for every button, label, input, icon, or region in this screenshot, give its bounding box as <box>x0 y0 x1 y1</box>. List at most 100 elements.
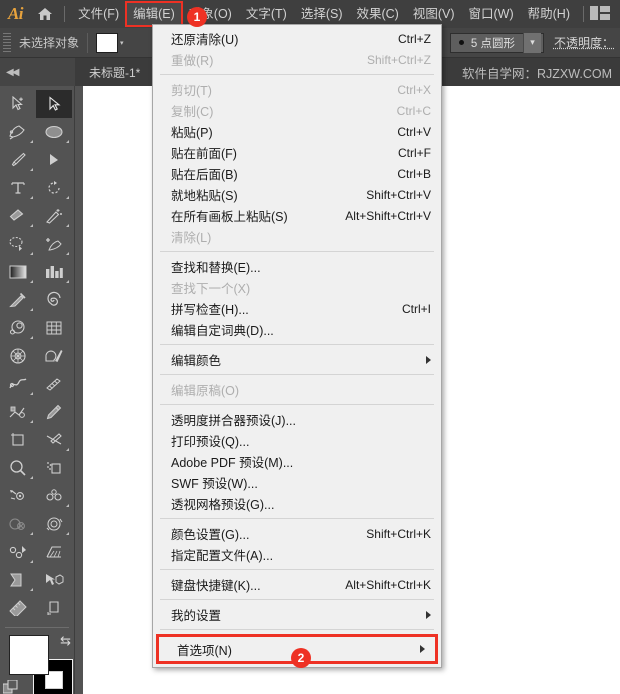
menu-item-paste[interactable]: 粘贴(P) Ctrl+V <box>153 121 441 142</box>
menu-item-label: 查找和替换(E)... <box>171 261 261 275</box>
opacity-label[interactable]: 不透明度： <box>554 34 614 51</box>
menu-separator <box>160 599 434 600</box>
menu-item-color-settings[interactable]: 颜色设置(G)... Shift+Ctrl+K <box>153 523 441 544</box>
menu-item-adobe-pdf-presets[interactable]: Adobe PDF 预设(M)... <box>153 451 441 472</box>
free-transform-tool[interactable] <box>36 510 72 538</box>
menu-item-label: 剪切(T) <box>171 84 212 98</box>
pencil-tool[interactable] <box>36 398 72 426</box>
stroke-profile-chevron-down-icon[interactable]: ▾ <box>522 32 541 53</box>
menu-type[interactable]: 文字(T) <box>239 2 294 26</box>
spiral-tool[interactable] <box>36 286 72 314</box>
tool-flyout-indicator <box>66 140 69 143</box>
menu-separator <box>160 374 434 375</box>
column-graph-tool[interactable] <box>36 258 72 286</box>
menu-item-undo[interactable]: 还原清除(U) Ctrl+Z <box>153 28 441 49</box>
perspective-selection-tool[interactable] <box>36 538 72 566</box>
menu-window[interactable]: 窗口(W) <box>462 2 521 26</box>
direct-selection-tool[interactable] <box>36 90 72 118</box>
gradient-mesh-tool[interactable] <box>0 566 36 594</box>
tools-divider <box>5 627 69 628</box>
menu-item-accel: Shift+Ctrl+Z <box>366 52 431 67</box>
control-bar-grip[interactable] <box>3 32 11 53</box>
warp-tool[interactable] <box>0 370 36 398</box>
document-tab[interactable]: 未标题-1* <box>75 58 156 86</box>
add-anchor-point-tool[interactable] <box>36 230 72 258</box>
menu-item-paste-in-front[interactable]: 贴在前面(F) Ctrl+F <box>153 142 441 163</box>
menu-item-label: 在所有画板上粘贴(S) <box>171 210 288 224</box>
width-tool[interactable] <box>36 370 72 398</box>
live-paint-bucket-tool[interactable] <box>0 342 36 370</box>
menu-item-keyboard-shortcuts[interactable]: 键盘快捷键(K)... Alt+Shift+Ctrl+K <box>153 574 441 595</box>
default-fill-stroke-icon[interactable] <box>2 679 19 694</box>
perspective-grid-tool[interactable] <box>36 454 72 482</box>
menu-item-transparency-flattener-presets[interactable]: 透明度拼合器预设(J)... <box>153 409 441 430</box>
3d-extrude-tool[interactable] <box>36 566 72 594</box>
page-tool[interactable] <box>36 594 72 622</box>
menu-view[interactable]: 视图(V) <box>406 2 462 26</box>
menu-item-accel: Alt+Shift+Ctrl+K <box>345 577 431 592</box>
menu-item-swf-presets[interactable]: SWF 预设(W)... <box>153 472 441 493</box>
magic-wand-select-tool[interactable] <box>36 146 72 174</box>
reflect-tool[interactable] <box>0 510 36 538</box>
fill-color-swatch[interactable] <box>9 635 49 675</box>
menu-item-edit-colors[interactable]: 编辑颜色 <box>153 349 441 370</box>
rotate-tool[interactable] <box>36 174 72 202</box>
magic-wand-tool[interactable] <box>36 202 72 230</box>
layout-switcher-icon[interactable] <box>577 6 610 22</box>
artboard-tool[interactable] <box>0 426 36 454</box>
menu-item-my-settings[interactable]: 我的设置 <box>153 604 441 625</box>
menu-item-accel: Alt+Shift+Ctrl+V <box>345 208 431 223</box>
menu-effect[interactable]: 效果(C) <box>349 2 405 26</box>
menu-select[interactable]: 选择(S) <box>294 2 350 26</box>
menu-item-print-presets[interactable]: 打印预设(Q)... <box>153 430 441 451</box>
menu-edit[interactable]: 编辑(E) <box>125 1 183 27</box>
menu-file[interactable]: 文件(F) <box>71 2 126 26</box>
tool-flyout-indicator <box>30 224 33 227</box>
type-tool[interactable] <box>0 174 36 202</box>
submenu-arrow-icon <box>426 610 431 619</box>
menu-item-label: 粘贴(P) <box>171 126 213 140</box>
symbol-sprayer-tool[interactable] <box>0 398 36 426</box>
menu-item-paste-in-back[interactable]: 贴在后面(B) Ctrl+B <box>153 163 441 184</box>
control-divider-1 <box>87 32 89 53</box>
mesh-grid-tool[interactable] <box>36 314 72 342</box>
lasso-tool[interactable] <box>0 230 36 258</box>
menu-item-label: 贴在前面(F) <box>171 147 237 161</box>
panel-collapse-button[interactable]: ◀◀ <box>0 58 75 86</box>
menu-help[interactable]: 帮助(H) <box>521 2 577 26</box>
eyedropper-tool[interactable] <box>0 286 36 314</box>
stroke-profile-select[interactable]: 5 点圆形 ▾ <box>449 32 544 53</box>
menu-separator <box>160 569 434 570</box>
menu-item-find-and-replace[interactable]: 查找和替换(E)... <box>153 256 441 277</box>
gradient-tool[interactable] <box>0 258 36 286</box>
menu-item-edit-custom-dictionary[interactable]: 编辑自定词典(D)... <box>153 319 441 340</box>
menu-separator <box>160 629 434 630</box>
home-icon[interactable] <box>31 7 58 21</box>
menu-separator <box>160 518 434 519</box>
shear-tool[interactable] <box>0 538 36 566</box>
rotate-around-tool[interactable] <box>0 482 36 510</box>
pen-tool[interactable] <box>0 118 36 146</box>
slice-tool[interactable] <box>36 426 72 454</box>
menu-item-paste-on-all-artboards[interactable]: 在所有画板上粘贴(S) Alt+Shift+Ctrl+V <box>153 205 441 226</box>
eraser-tool[interactable] <box>0 202 36 230</box>
menu-item-assign-profile[interactable]: 指定配置文件(A)... <box>153 544 441 565</box>
paintbrush-tool[interactable] <box>0 146 36 174</box>
shape-builder-tool[interactable] <box>36 342 72 370</box>
fill-swatch-chevron-icon[interactable]: ▾ <box>120 39 124 47</box>
menu-item-label: SWF 预设(W)... <box>171 477 258 491</box>
swap-fill-stroke-icon[interactable]: ⇆ <box>60 633 71 649</box>
zoom-tool[interactable] <box>0 454 36 482</box>
menu-separator <box>160 74 434 75</box>
scale-tool[interactable] <box>36 482 72 510</box>
menu-item-paste-in-place[interactable]: 就地粘贴(S) Shift+Ctrl+V <box>153 184 441 205</box>
menu-item-perspective-grid-presets[interactable]: 透视网格预设(G)... <box>153 493 441 514</box>
measure-tool[interactable] <box>0 594 36 622</box>
blend-tool[interactable] <box>0 314 36 342</box>
selection-tool[interactable] <box>0 90 36 118</box>
submenu-arrow-icon <box>426 355 431 364</box>
fill-swatch[interactable] <box>96 32 119 53</box>
ellipse-shape-tool[interactable] <box>36 118 72 146</box>
menu-item-label: 清除(L) <box>171 231 212 245</box>
menu-item-check-spelling[interactable]: 拼写检查(H)... Ctrl+I <box>153 298 441 319</box>
